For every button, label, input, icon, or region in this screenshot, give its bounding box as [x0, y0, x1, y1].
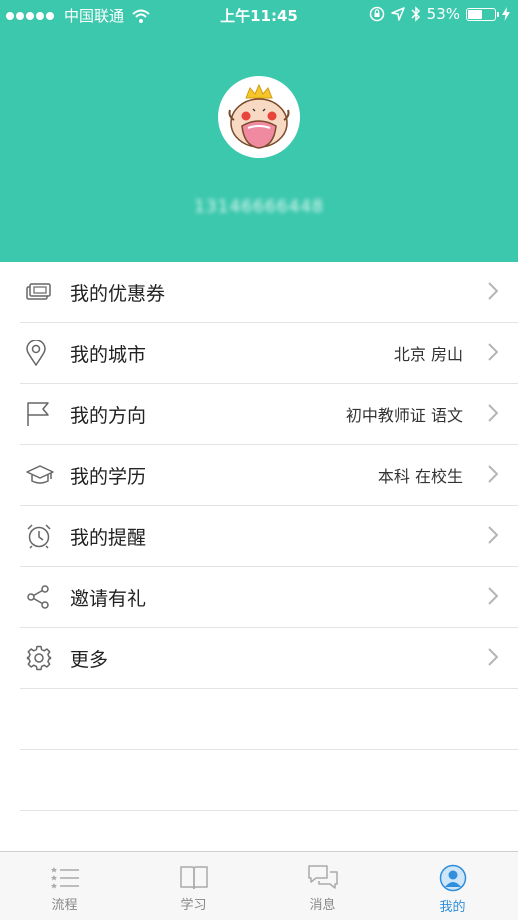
menu-item-education[interactable]: 我的学历 本科 在校生	[20, 445, 518, 506]
battery-percent: 53%	[426, 5, 460, 23]
coupon-icon	[26, 283, 51, 300]
tab-label: 消息	[309, 898, 336, 913]
tab-label: 我的	[439, 900, 466, 915]
empty-row	[20, 689, 518, 750]
chevron-right-icon	[488, 343, 498, 361]
phone-number: 13146666448	[194, 197, 324, 217]
gear-icon	[26, 645, 52, 671]
menu-item-label: 我的方向	[70, 404, 147, 427]
menu-item-reminder[interactable]: 我的提醒	[20, 506, 518, 567]
menu-item-label: 更多	[70, 648, 109, 671]
tab-label: 学习	[180, 898, 207, 913]
menu-item-label: 我的学历	[70, 465, 147, 488]
battery-icon	[466, 7, 499, 21]
menu-item-value: 本科 在校生	[377, 467, 463, 486]
chevron-right-icon	[488, 526, 498, 544]
alarm-clock-icon	[27, 524, 51, 549]
menu-item-label: 我的提醒	[70, 526, 147, 549]
book-icon	[179, 866, 208, 890]
bluetooth-icon	[411, 6, 420, 22]
flag-icon	[27, 402, 49, 426]
location-pin-icon	[26, 340, 46, 366]
list-icon	[50, 867, 79, 889]
rotation-lock-icon	[369, 6, 384, 22]
tab-process[interactable]: 流程	[0, 852, 129, 920]
menu-item-more[interactable]: 更多	[20, 628, 518, 689]
monkey-avatar-icon	[228, 83, 290, 149]
chevron-right-icon	[488, 587, 498, 605]
menu-item-coupons[interactable]: 我的优惠券	[20, 262, 518, 323]
menu-item-invite[interactable]: 邀请有礼	[20, 567, 518, 628]
menu-item-direction[interactable]: 我的方向 初中教师证 语文	[20, 384, 518, 445]
tab-label: 流程	[51, 898, 78, 913]
menu-item-value: 初中教师证 语文	[345, 406, 463, 425]
charging-icon	[502, 7, 510, 21]
settings-menu: 我的优惠券 我的城市 北京 房山 我的方向 初中教师证 语文 我的学历 本科 在…	[0, 262, 518, 811]
chevron-right-icon	[488, 465, 498, 483]
chat-icon	[307, 865, 338, 889]
tab-mine[interactable]: 我的	[387, 852, 518, 920]
tab-bar: 流程 学习 消息 我的	[0, 851, 518, 920]
menu-item-value: 北京 房山	[393, 345, 463, 364]
status-bar: 中国联通 上午11:45 53%	[0, 0, 518, 30]
profile-header: 中国联通 上午11:45 53% 13146666448	[0, 0, 518, 262]
graduation-cap-icon	[26, 465, 54, 484]
chevron-right-icon	[488, 282, 498, 300]
location-arrow-icon	[390, 7, 405, 21]
menu-item-label: 邀请有礼	[70, 587, 147, 610]
empty-row	[20, 750, 518, 811]
profile-icon	[439, 864, 466, 892]
menu-item-label: 我的优惠券	[70, 282, 166, 305]
chevron-right-icon	[488, 648, 498, 666]
menu-item-label: 我的城市	[70, 343, 147, 366]
chevron-right-icon	[488, 404, 498, 422]
tab-study[interactable]: 学习	[129, 852, 258, 920]
tab-messages[interactable]: 消息	[258, 852, 387, 920]
menu-item-city[interactable]: 我的城市 北京 房山	[20, 323, 518, 384]
share-icon	[27, 585, 49, 609]
avatar[interactable]	[218, 76, 300, 158]
